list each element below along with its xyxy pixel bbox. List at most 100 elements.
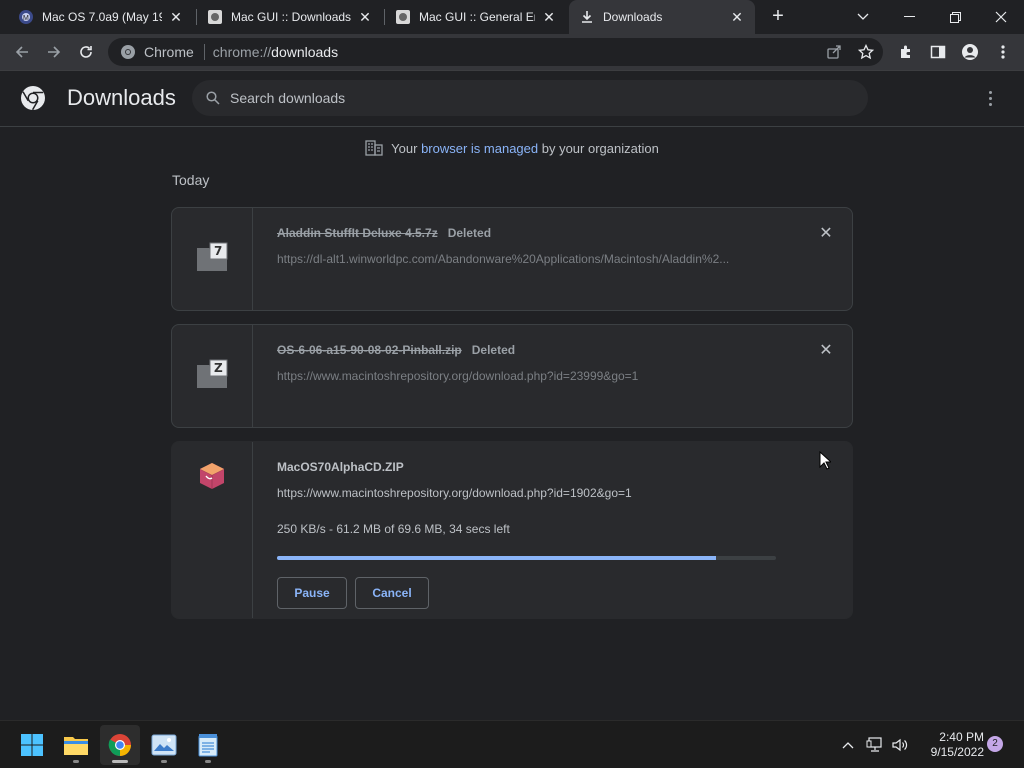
close-window-button[interactable]: [978, 0, 1024, 34]
clock-date: 9/15/2022: [930, 745, 984, 759]
taskbar: 2:40 PM 9/15/2022: [0, 720, 1024, 768]
tab-close-icon[interactable]: ✕: [729, 9, 745, 25]
svg-text:7: 7: [214, 244, 222, 258]
svg-text:Z: Z: [214, 361, 223, 375]
tab-title: Mac GUI :: Downloads :: ...: [231, 10, 351, 24]
download-item: Z OS-6-06-a15-90-08-02-Pinball.zip Delete…: [171, 324, 853, 428]
tab-title: Mac GUI :: General Error: [419, 10, 535, 24]
chrome-app-icon: [108, 734, 131, 756]
download-item: 7 Aladdin StuffIt Deluxe 4.5.7z Deleted h…: [171, 207, 853, 311]
taskbar-photos[interactable]: [144, 725, 184, 765]
tab-close-icon[interactable]: ✕: [357, 9, 373, 25]
new-tab-button[interactable]: +: [766, 5, 790, 29]
tab-macos-70a9[interactable]: M Mac OS 7.0a9 (May 1991) ✕: [8, 0, 194, 34]
date-section-header: Today: [172, 172, 210, 188]
browser-toolbar: Chrome chrome://downloads: [0, 34, 1024, 71]
building-icon: [365, 140, 383, 156]
profile-button[interactable]: [957, 39, 983, 65]
notepad-icon: [198, 734, 218, 757]
tab-search-button[interactable]: [840, 0, 886, 34]
mouse-cursor-icon: [819, 451, 831, 470]
notification-badge[interactable]: 2: [987, 736, 1003, 752]
tab-downloads[interactable]: Downloads ✕: [569, 0, 755, 34]
pause-button[interactable]: Pause: [277, 577, 347, 609]
search-input[interactable]: [230, 90, 830, 106]
tab-strip: M Mac OS 7.0a9 (May 1991) ✕ Mac GUI :: D…: [0, 0, 1024, 34]
stuffit-archive-icon: [199, 463, 225, 489]
tab-title: Mac OS 7.0a9 (May 1991): [42, 10, 162, 24]
page-title: Downloads: [67, 85, 176, 110]
site-info-chip[interactable]: Chrome: [120, 44, 213, 60]
avatar-icon: [962, 44, 978, 60]
download-filename[interactable]: Aladdin StuffIt Deluxe 4.5.7z Deleted: [277, 226, 491, 240]
image-viewer-icon: [151, 734, 177, 756]
taskbar-notepad[interactable]: [188, 725, 228, 765]
url-text: chrome://downloads: [213, 44, 338, 60]
site-favicon-icon: [396, 10, 410, 24]
remove-item-button[interactable]: ✕: [818, 226, 834, 242]
tab-close-icon[interactable]: ✕: [168, 9, 184, 25]
tab-title: Downloads: [603, 10, 663, 24]
tab-close-icon[interactable]: ✕: [541, 9, 557, 25]
downloads-menu-button[interactable]: [980, 86, 1000, 110]
taskbar-file-explorer[interactable]: [56, 725, 96, 765]
restore-button[interactable]: [932, 0, 978, 34]
download-progress-bar: [277, 556, 776, 560]
puzzle-icon: [901, 45, 910, 58]
remove-item-button[interactable]: ✕: [818, 343, 834, 359]
folder-icon: [64, 737, 88, 755]
extensions-button[interactable]: [893, 39, 919, 65]
download-url[interactable]: https://www.macintoshrepository.org/down…: [277, 486, 777, 500]
start-button[interactable]: [12, 725, 52, 765]
volume-button[interactable]: [889, 733, 911, 757]
chevron-down-icon: [857, 13, 869, 20]
chip-label: Chrome: [144, 44, 194, 60]
tab-mac-gui-general-error[interactable]: Mac GUI :: General Error ✕: [385, 0, 567, 34]
arrow-left-icon: [15, 46, 28, 58]
forward-button[interactable]: [41, 39, 67, 65]
windows-logo-icon: [21, 734, 43, 756]
download-url[interactable]: https://dl-alt1.winworldpc.com/Abandonwa…: [277, 252, 777, 266]
reload-icon: [80, 46, 92, 58]
reload-button[interactable]: [73, 39, 99, 65]
chrome-logo-icon: [21, 86, 45, 111]
download-item-active: MacOS70AlphaCD.ZIP https://www.macintosh…: [171, 441, 853, 619]
chevron-up-icon: [842, 742, 854, 749]
more-vert-icon: [1001, 45, 1005, 59]
site-favicon-icon: M: [19, 10, 33, 24]
share-icon[interactable]: [826, 44, 842, 60]
download-icon: [582, 11, 592, 23]
taskbar-chrome[interactable]: [100, 725, 140, 765]
managed-notice: Your browser is managed by your organiza…: [0, 140, 1024, 156]
tab-mac-gui-downloads[interactable]: Mac GUI :: Downloads :: ... ✕: [197, 0, 383, 34]
download-filename[interactable]: MacOS70AlphaCD.ZIP: [277, 460, 404, 474]
managed-link[interactable]: browser is managed: [421, 141, 538, 156]
progress-fill: [277, 556, 716, 560]
clock[interactable]: 2:40 PM 9/15/2022: [914, 730, 984, 760]
close-icon: [995, 11, 1007, 23]
network-icon: [866, 737, 882, 752]
minimize-icon: [903, 16, 915, 17]
search-bar[interactable]: [192, 80, 868, 116]
download-progress-text: 250 KB/s - 61.2 MB of 69.6 MB, 34 secs l…: [277, 522, 510, 536]
side-panel-icon: [930, 45, 946, 59]
speaker-icon: [892, 738, 908, 752]
chrome-menu-button[interactable]: [990, 39, 1016, 65]
clock-time: 2:40 PM: [939, 730, 984, 744]
archive-file-icon: 7: [197, 242, 228, 271]
network-button[interactable]: [864, 733, 886, 757]
cancel-button[interactable]: Cancel: [355, 577, 429, 609]
back-button[interactable]: [9, 39, 35, 65]
download-filename[interactable]: OS-6-06-a15-90-08-02-Pinball.zip Deleted: [277, 343, 515, 357]
zip-file-icon: Z: [197, 359, 228, 388]
arrow-right-icon: [48, 46, 61, 58]
bookmark-star-icon[interactable]: [858, 44, 874, 60]
show-hidden-icons-button[interactable]: [838, 733, 858, 757]
managed-prefix: Your: [391, 140, 422, 156]
address-bar[interactable]: Chrome chrome://downloads: [108, 38, 883, 66]
svg-text:M: M: [23, 15, 29, 22]
managed-suffix: by your organization: [538, 140, 659, 156]
minimize-button[interactable]: [886, 0, 932, 34]
download-url[interactable]: https://www.macintoshrepository.org/down…: [277, 369, 777, 383]
side-panel-button[interactable]: [925, 39, 951, 65]
